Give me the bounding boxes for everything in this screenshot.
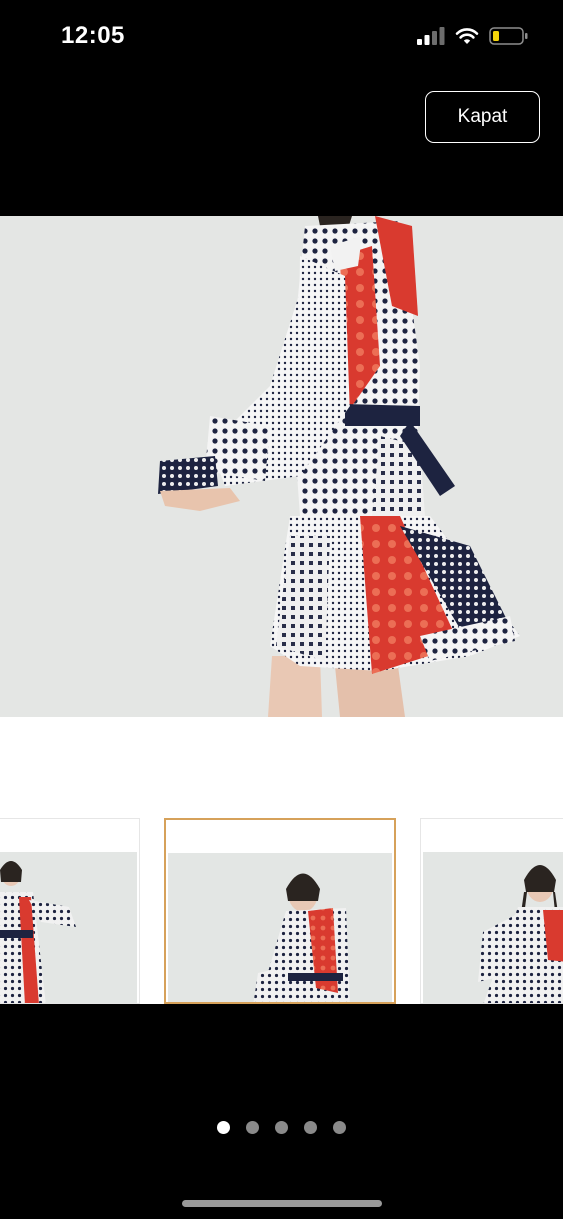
pagination-dot-5[interactable] bbox=[333, 1121, 346, 1134]
close-button[interactable]: Kapat bbox=[425, 91, 540, 143]
thumbnail-3[interactable] bbox=[420, 818, 563, 1004]
pagination-dot-2[interactable] bbox=[246, 1121, 259, 1134]
thumbnail-panel bbox=[0, 717, 563, 1004]
status-time: 12:05 bbox=[61, 22, 125, 49]
pagination-dot-1[interactable] bbox=[217, 1121, 230, 1134]
main-product-image[interactable] bbox=[0, 216, 563, 717]
pagination-dot-3[interactable] bbox=[275, 1121, 288, 1134]
pagination-dots bbox=[0, 1121, 563, 1134]
thumbnail-1[interactable] bbox=[0, 818, 140, 1004]
home-indicator[interactable] bbox=[182, 1200, 382, 1207]
status-bar: 12:05 bbox=[0, 0, 563, 80]
thumbnail-2[interactable] bbox=[164, 818, 396, 1004]
thumbnail-3-photo bbox=[423, 852, 563, 1003]
signal-icon bbox=[417, 27, 445, 45]
dress-photo bbox=[0, 216, 563, 717]
pagination-dot-4[interactable] bbox=[304, 1121, 317, 1134]
battery-icon bbox=[489, 27, 528, 45]
thumbnail-2-photo bbox=[168, 853, 392, 1002]
status-icons bbox=[417, 26, 529, 46]
wifi-icon bbox=[455, 28, 479, 44]
thumbnail-1-photo bbox=[0, 852, 137, 1003]
